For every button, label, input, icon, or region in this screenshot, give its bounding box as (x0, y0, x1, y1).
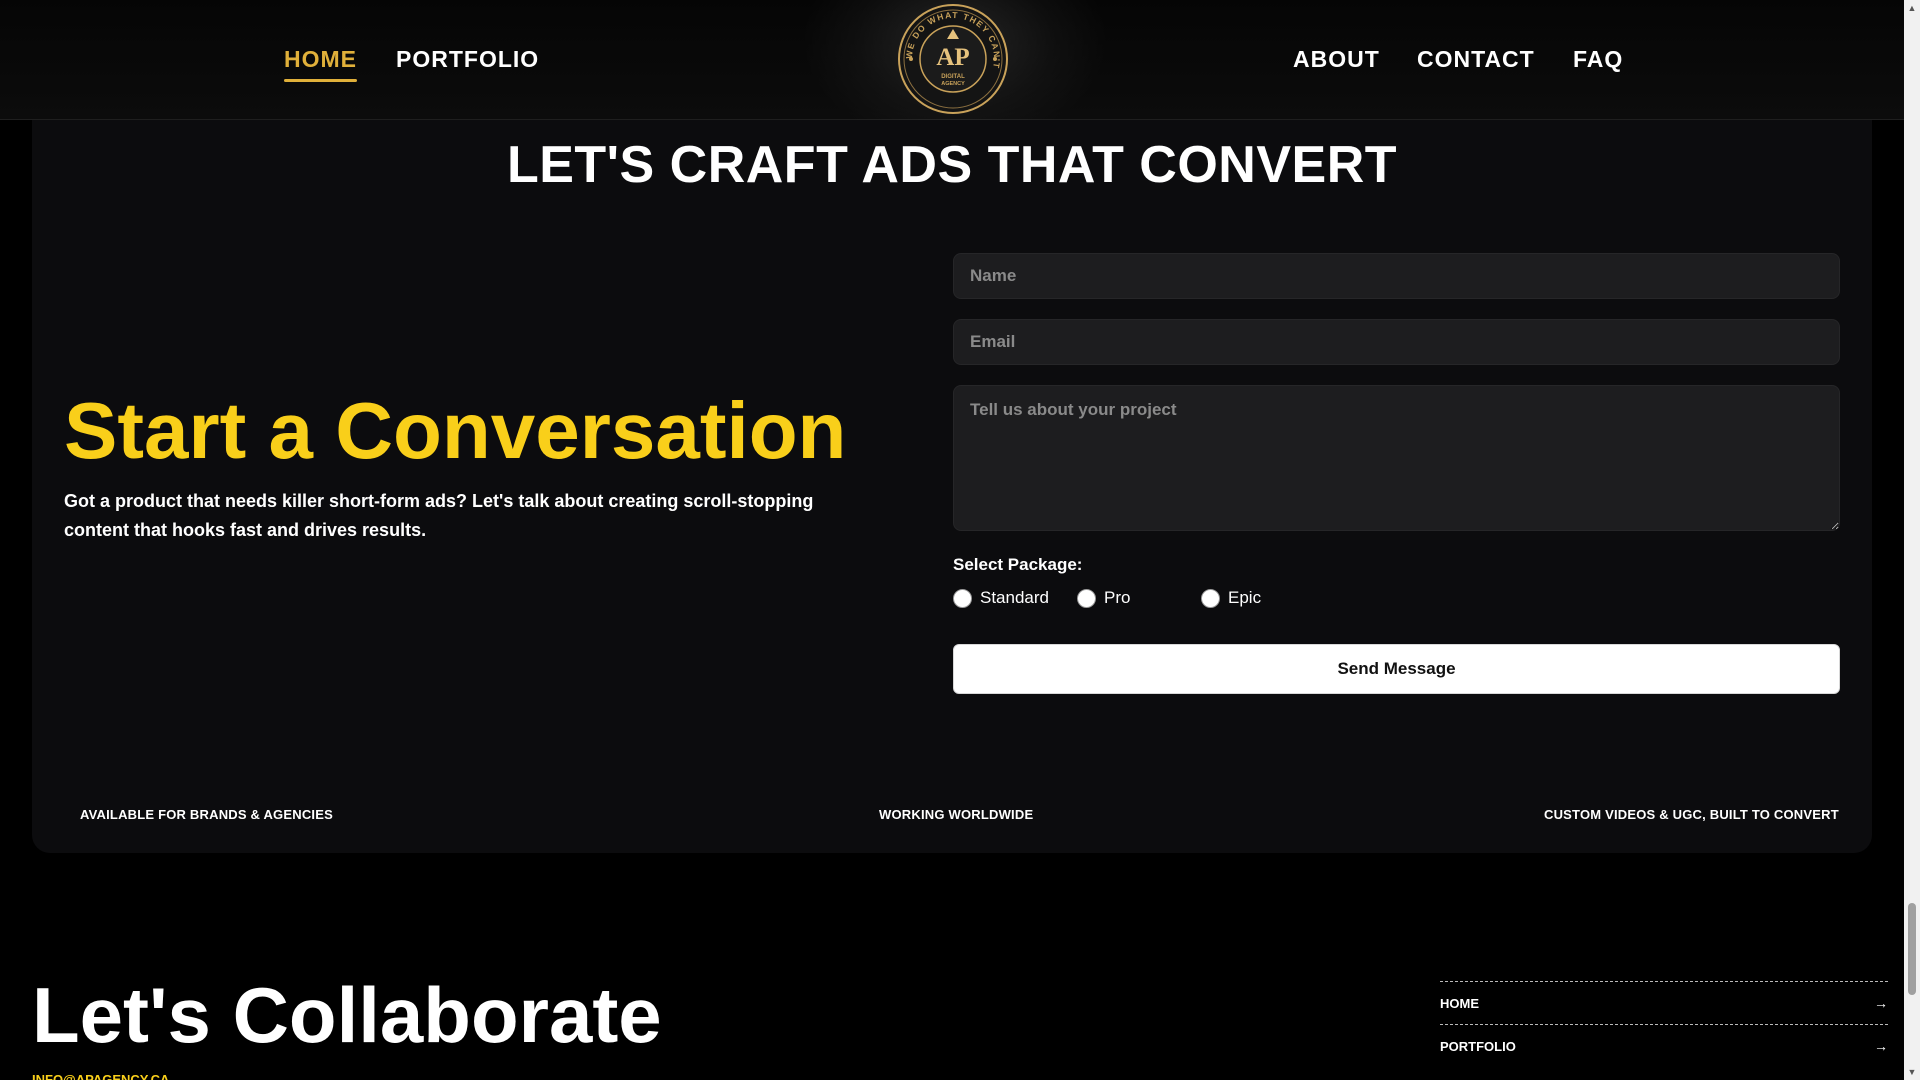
page-scrollbar[interactable]: ▲ ▼ (1904, 0, 1920, 1080)
tag-worldwide: WORKING WORLDWIDE (879, 807, 1034, 822)
footer-nav: HOME → PORTFOLIO → (1440, 981, 1888, 1067)
footer-nav-home-label: HOME (1440, 995, 1479, 1011)
nav-faq[interactable]: FAQ (1573, 46, 1623, 73)
logo-emblem-icon: WE DO WHAT THEY CAN'T AP DIGITAL AGENCY (898, 4, 1008, 114)
package-pro-label: Pro (1104, 588, 1131, 607)
agency-logo[interactable]: WE DO WHAT THEY CAN'T AP DIGITAL AGENCY (897, 3, 1009, 115)
package-label: Select Package: (953, 555, 1083, 574)
site-header: HOME PORTFOLIO WE DO WHAT THEY CAN'T AP … (0, 0, 1904, 150)
footer-nav-portfolio-label: PORTFOLIO (1440, 1038, 1516, 1054)
send-message-button[interactable]: Send Message (953, 644, 1840, 694)
collaborate-heading: Let's Collaborate (32, 971, 662, 1059)
email-input[interactable] (953, 319, 1840, 365)
email-link[interactable]: INFO@APAGENCY.CA (32, 1072, 169, 1080)
scrollbar-thumb[interactable] (1908, 903, 1916, 996)
contact-intro: Got a product that needs killer short-fo… (64, 491, 814, 540)
nav-home[interactable]: HOME (284, 46, 357, 82)
nav-contact[interactable]: CONTACT (1417, 46, 1535, 73)
package-epic-label: Epic (1228, 588, 1262, 607)
logo-initials: AP (936, 44, 969, 71)
nav-about[interactable]: ABOUT (1293, 46, 1380, 73)
radio-epic[interactable] (1201, 588, 1220, 608)
package-option-pro[interactable]: Pro (1077, 587, 1130, 609)
logo-sub-line1: DIGITAL (941, 74, 965, 80)
tag-available: AVAILABLE FOR BRANDS & AGENCIES (80, 807, 333, 822)
name-input[interactable] (953, 253, 1840, 299)
tag-custom-videos: CUSTOM VIDEOS & UGC, BUILT TO CONVERT (1544, 807, 1839, 822)
radio-standard[interactable] (953, 588, 972, 608)
radio-pro[interactable] (1077, 588, 1096, 608)
scroll-down-icon[interactable]: ▼ (1904, 1064, 1920, 1080)
scroll-up-icon[interactable]: ▲ (1904, 0, 1920, 16)
footer-nav-home[interactable]: HOME → (1440, 981, 1888, 1024)
package-option-epic[interactable]: Epic (1201, 587, 1261, 609)
package-option-standard[interactable]: Standard (953, 587, 1049, 609)
arrow-right-icon: → (1874, 1038, 1888, 1054)
logo-sub-line2: AGENCY (941, 81, 965, 87)
contact-heading: Start a Conversation (64, 386, 847, 475)
page: HOME PORTFOLIO WE DO WHAT THEY CAN'T AP … (0, 0, 1920, 1080)
arrow-right-icon: → (1874, 995, 1888, 1011)
footer-nav-portfolio[interactable]: PORTFOLIO → (1440, 1024, 1888, 1067)
package-standard-label: Standard (980, 588, 1049, 607)
section-title: LET'S CRAFT ADS THAT CONVERT (506, 136, 1398, 194)
project-message-textarea[interactable] (953, 385, 1840, 531)
nav-portfolio[interactable]: PORTFOLIO (396, 46, 539, 73)
